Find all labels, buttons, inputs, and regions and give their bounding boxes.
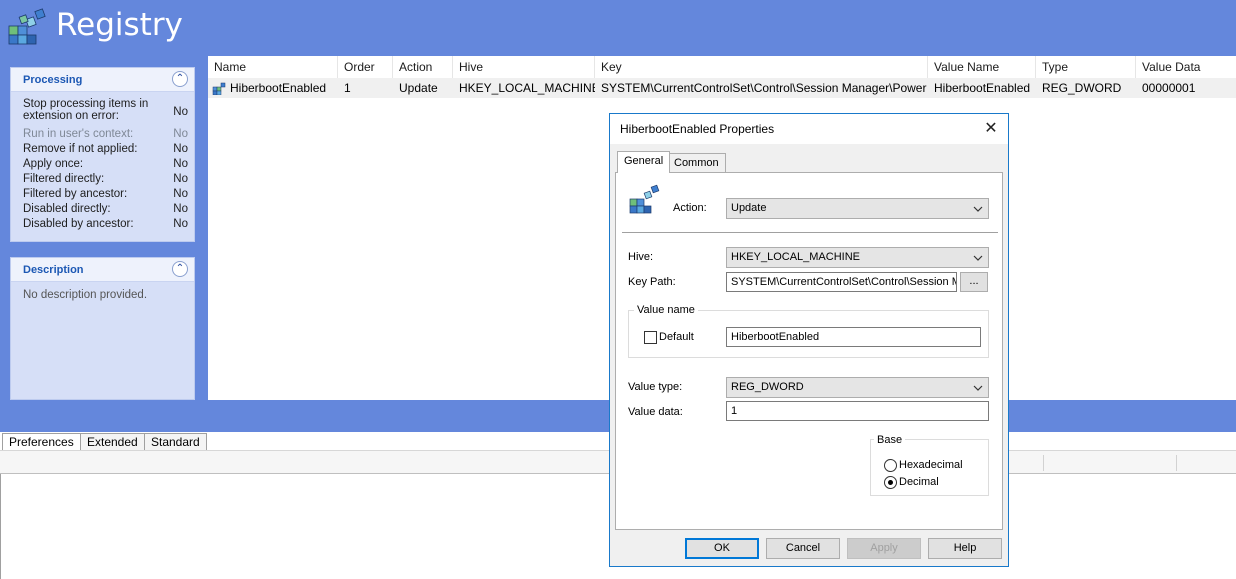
value-type-select-value: REG_DWORD: [731, 381, 804, 393]
dialog-titlebar[interactable]: HiberbootEnabled Properties ✕: [610, 114, 1008, 144]
cell-hive: HKEY_LOCAL_MACHINE: [459, 81, 595, 95]
pane-border: [0, 474, 1, 579]
processing-row: Run in user's context: No: [23, 128, 188, 143]
action-label: Action:: [673, 202, 707, 214]
processing-row-label: Filtered directly:: [23, 173, 105, 185]
processing-row-value: No: [173, 128, 188, 140]
processing-row: Filtered by ancestor: No: [23, 188, 188, 203]
processing-row: Disabled by ancestor: No: [23, 218, 188, 233]
column-header-action[interactable]: Action: [393, 56, 453, 78]
registry-cubes-icon: [628, 183, 662, 215]
processing-row: Disabled directly: No: [23, 203, 188, 218]
help-button[interactable]: Help: [928, 538, 1002, 559]
collapse-up-icon[interactable]: ⌃: [172, 261, 188, 277]
processing-panel: Processing ⌃ Stop processing items in ex…: [10, 67, 195, 242]
browse-button[interactable]: ...: [960, 272, 988, 292]
table-row[interactable]: HiberbootEnabled 1 Update HKEY_LOCAL_MAC…: [208, 78, 1236, 98]
processing-row-label: Disabled by ancestor:: [23, 218, 134, 230]
column-header-name[interactable]: Name: [208, 56, 338, 78]
hive-label: Hive:: [628, 251, 654, 263]
key-path-input[interactable]: SYSTEM\CurrentControlSet\Control\Session…: [726, 272, 957, 292]
hive-select[interactable]: HKEY_LOCAL_MACHINE: [726, 247, 989, 268]
column-header-value-data[interactable]: Value Data: [1136, 56, 1236, 78]
cell-action: Update: [399, 81, 438, 95]
processing-row: Apply once: No: [23, 158, 188, 173]
description-panel-header: Description ⌃: [11, 258, 194, 282]
processing-row-value: No: [173, 188, 188, 200]
processing-row-label: Stop processing items in extension on er…: [23, 98, 149, 122]
value-data-label: Value data:: [628, 406, 683, 418]
close-icon[interactable]: ✕: [982, 119, 1000, 137]
tab-extended[interactable]: Extended: [80, 433, 145, 450]
processing-row-label: Apply once:: [23, 158, 84, 170]
properties-dialog: HiberbootEnabled Properties ✕ General Co…: [609, 113, 1009, 567]
cell-key: SYSTEM\CurrentControlSet\Control\Session…: [601, 81, 927, 95]
processing-row-value: No: [173, 203, 188, 215]
default-checkbox[interactable]: [644, 331, 657, 344]
cell-name: HiberbootEnabled: [230, 81, 327, 95]
base-group-label: Base: [874, 434, 906, 446]
column-header-hive[interactable]: Hive: [453, 56, 595, 78]
value-type-label: Value type:: [628, 381, 683, 393]
separator: [622, 232, 998, 233]
tab-common[interactable]: Common: [667, 153, 726, 172]
tab-general[interactable]: General: [617, 151, 671, 173]
processing-row-label: Filtered by ancestor:: [23, 188, 128, 200]
dialog-title: HiberbootEnabled Properties: [620, 122, 775, 136]
value-type-select[interactable]: REG_DWORD: [726, 377, 989, 398]
cell-value-name: HiberbootEnabled: [934, 81, 1031, 95]
description-text: No description provided.: [23, 289, 148, 301]
hexadecimal-radio[interactable]: [884, 459, 897, 472]
hexadecimal-label: Hexadecimal: [899, 459, 963, 471]
cell-value-data: 00000001: [1142, 81, 1196, 95]
decimal-label: Decimal: [899, 476, 939, 488]
value-data-input[interactable]: 1: [726, 401, 989, 421]
chevron-down-icon: [972, 199, 984, 218]
default-checkbox-label: Default: [659, 331, 694, 343]
tab-standard[interactable]: Standard: [144, 433, 207, 450]
processing-row-value: No: [173, 158, 188, 170]
processing-row-label: Remove if not applied:: [23, 143, 138, 155]
column-header-key[interactable]: Key: [595, 56, 928, 78]
cell-order: 1: [344, 81, 351, 95]
value-name-group-label: Value name: [634, 304, 698, 316]
chevron-down-icon: [972, 248, 984, 267]
processing-row-value: No: [173, 143, 188, 155]
processing-row-value: No: [173, 218, 188, 230]
key-path-label: Key Path:: [628, 276, 676, 288]
chevron-down-icon: [972, 378, 984, 397]
tab-preferences[interactable]: Preferences: [2, 433, 81, 450]
cell-type: REG_DWORD: [1042, 81, 1122, 95]
description-panel: Description ⌃ No description provided.: [10, 257, 195, 400]
hive-select-value: HKEY_LOCAL_MACHINE: [731, 251, 860, 263]
column-header-order[interactable]: Order: [338, 56, 393, 78]
ok-button[interactable]: OK: [685, 538, 759, 559]
processing-row-value: No: [173, 106, 188, 118]
action-select-value: Update: [731, 202, 767, 214]
cancel-button[interactable]: Cancel: [766, 538, 840, 559]
registry-cubes-icon: [6, 6, 48, 46]
page-title: Registry: [56, 7, 183, 43]
processing-row: Stop processing items in extension on er…: [23, 98, 188, 128]
action-select[interactable]: Update: [726, 198, 989, 219]
decimal-radio[interactable]: [884, 476, 897, 489]
collapse-up-icon[interactable]: ⌃: [172, 71, 188, 87]
processing-row-label: Run in user's context:: [23, 128, 134, 140]
processing-row-label: Disabled directly:: [23, 203, 111, 215]
processing-row-value: No: [173, 173, 188, 185]
processing-row: Remove if not applied: No: [23, 143, 188, 158]
column-header-type[interactable]: Type: [1036, 56, 1136, 78]
processing-row: Filtered directly: No: [23, 173, 188, 188]
description-panel-title: Description: [23, 264, 84, 276]
processing-panel-title: Processing: [23, 74, 83, 86]
processing-panel-header: Processing ⌃: [11, 68, 194, 92]
value-name-input[interactable]: HiberbootEnabled: [726, 327, 981, 347]
apply-button[interactable]: Apply: [847, 538, 921, 559]
general-tab-page: Action: Update Hive: HKEY_LOCAL_MACHINE …: [615, 172, 1003, 530]
column-header-value-name[interactable]: Value Name: [928, 56, 1036, 78]
